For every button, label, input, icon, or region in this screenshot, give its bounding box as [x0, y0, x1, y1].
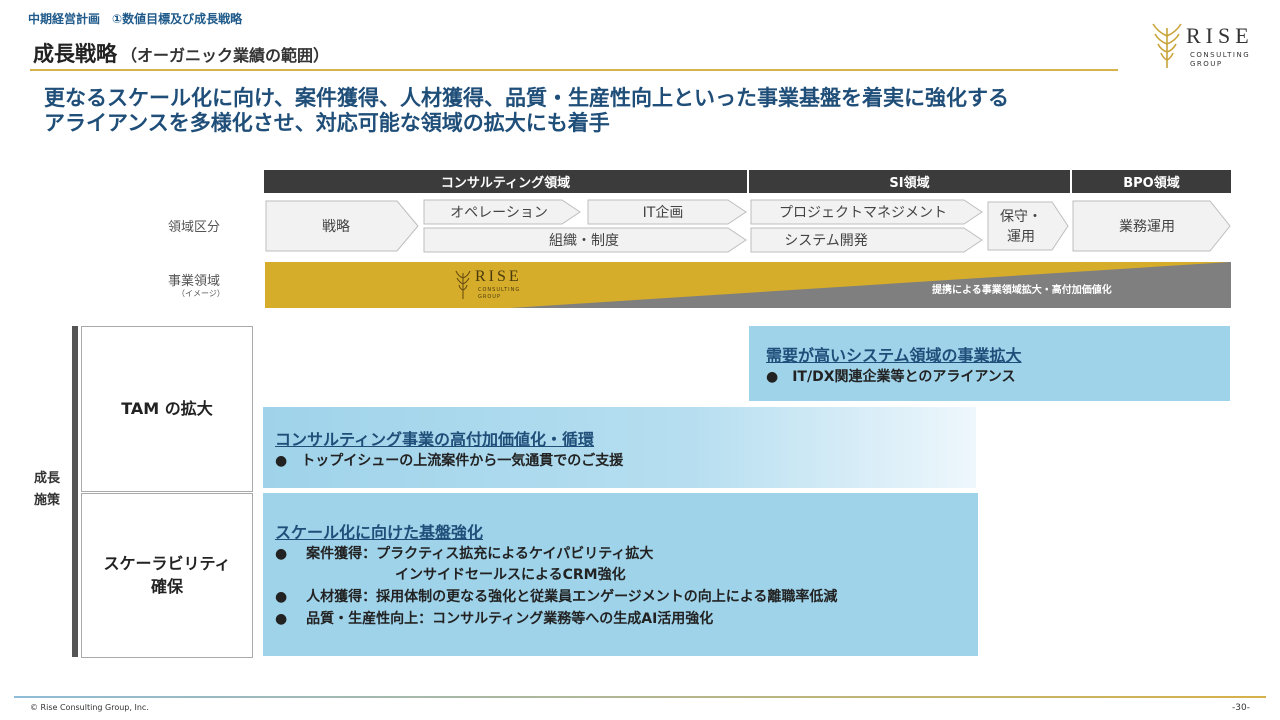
panel-scale-title: スケール化に向けた基盤強化	[275, 523, 484, 542]
chevron-label-operation: オペレーション	[450, 205, 548, 221]
panel-scale-item-1-cont: インサイドセールスによるCRM強化	[395, 567, 626, 583]
chevron-label-business-ops: 業務運用	[1119, 219, 1175, 235]
footer-divider	[14, 696, 1266, 698]
domain-header-si: SI領域	[749, 170, 1070, 193]
footer-copyright: © Rise Consulting Group, Inc.	[30, 703, 149, 712]
growth-sidebar-bar	[72, 326, 78, 657]
panel-system-title: 需要が高いシステム領域の事業拡大	[766, 346, 1022, 365]
logo-subtext-1: CONSULTING	[1190, 51, 1251, 59]
title-underline	[30, 69, 1118, 71]
panel-scale-foundation: スケール化に向けた基盤強化 ● 案件獲得：プラクティス拡充によるケイパビリティ拡…	[263, 493, 978, 656]
row-label-division: 領域区分	[168, 220, 221, 235]
band-logo-sub1: CONSULTING	[478, 287, 521, 293]
band-logo-sub2: GROUP	[478, 294, 501, 300]
growth-label-line-2: 施策	[34, 493, 61, 508]
rise-logo-mark-icon	[1152, 23, 1182, 68]
panel-scale-item-3: ● 品質・生産性向上：コンサルティング業務等への生成AI活用強化	[275, 611, 714, 627]
panel-consulting-title: コンサルティング事業の高付加価値化・循環	[275, 430, 595, 449]
band-logo-mark-icon	[455, 270, 471, 299]
panel-scale-item-1: ● 案件獲得：プラクティス拡充によるケイパビリティ拡大	[275, 546, 654, 562]
panel-scale-item-2: ● 人材獲得：採用体制の更なる強化と従業員エンゲージメントの向上による離職率低減	[275, 589, 838, 605]
panel-consulting-item-1: ● トップイシューの上流案件から一気通貫でのご支援	[275, 453, 624, 469]
growth-label-line-1: 成長	[34, 471, 61, 486]
panel-system-expansion: 需要が高いシステム領域の事業拡大 ● IT/DX関連企業等とのアライアンス	[749, 326, 1230, 401]
domain-header-consulting: コンサルティング領域	[264, 170, 747, 193]
category-scalability-line-1: スケーラビリティ	[103, 554, 231, 574]
headline-line-2: アライアンスを多様化させ、対応可能な領域の拡大にも着手	[44, 111, 610, 135]
page-title-main: 成長戦略	[33, 42, 117, 66]
page-title: 成長戦略 （オーガニック業績の範囲）	[33, 38, 329, 68]
chevron-label-it-planning: IT企画	[642, 205, 684, 221]
chevron-label-organization: 組織・制度	[549, 233, 619, 249]
category-scalability-line-2: 確保	[150, 576, 183, 596]
band-logo-word: RISE	[475, 268, 522, 285]
panel-system-item-1: ● IT/DX関連企業等とのアライアンス	[766, 369, 1016, 385]
breadcrumb: 中期経営計画 ①数値目標及び成長戦略	[28, 12, 243, 26]
chevron-label-system-dev: システム開発	[784, 233, 868, 249]
chevron-label-maintenance-2: 運用	[1007, 229, 1035, 245]
band-alliance-text: 提携による事業領域拡大・高付加価値化	[932, 285, 1112, 296]
row-label-business: 事業領域	[168, 274, 221, 289]
logo-subtext-2: GROUP	[1190, 60, 1223, 68]
panel-consulting-value: コンサルティング事業の高付加価値化・循環 ● トップイシューの上流案件から一気通…	[263, 407, 976, 488]
category-scalability-box: スケーラビリティ 確保	[81, 493, 253, 658]
logo-wordmark: RISE	[1186, 23, 1254, 48]
chevron-label-strategy: 戦略	[322, 219, 350, 235]
category-tam-label: TAM の拡大	[121, 398, 213, 418]
category-tam-box: TAM の拡大	[81, 326, 253, 492]
growth-label: 成長 施策	[34, 468, 60, 512]
footer-page-number: -30-	[1232, 703, 1250, 713]
page-title-sub: （オーガニック業績の範囲）	[121, 46, 330, 65]
domain-header-bpo: BPO領域	[1072, 170, 1231, 193]
chevron-label-maintenance-1: 保守・	[1000, 209, 1042, 225]
row-label-business-sub: （イメージ）	[177, 289, 225, 298]
chevron-label-pm: プロジェクトマネジメント	[779, 205, 947, 221]
